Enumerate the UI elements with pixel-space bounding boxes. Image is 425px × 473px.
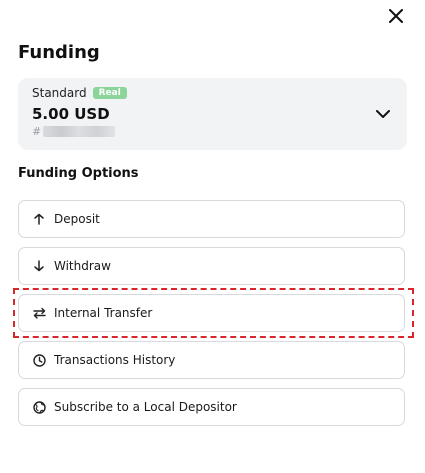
account-balance: 5.00 USD: [32, 105, 110, 123]
arrow-up-icon: [32, 212, 46, 226]
deposit-button[interactable]: Deposit: [18, 200, 405, 238]
account-type-row: Standard Real: [32, 86, 127, 100]
withdraw-button[interactable]: Withdraw: [18, 247, 405, 285]
funding-dialog: Funding Standard Real 5.00 USD # Funding…: [0, 0, 425, 473]
funding-options-title: Funding Options: [18, 166, 139, 181]
deposit-label: Deposit: [54, 212, 100, 226]
internal-transfer-label: Internal Transfer: [54, 306, 153, 320]
account-selector[interactable]: Standard Real 5.00 USD #: [18, 78, 407, 150]
local-depositor-button[interactable]: Subscribe to a Local Depositor: [18, 388, 405, 426]
close-button[interactable]: [386, 6, 406, 26]
dialog-title: Funding: [18, 42, 100, 63]
transactions-history-button[interactable]: Transactions History: [18, 341, 405, 379]
account-type: Standard: [32, 86, 87, 100]
account-badge: Real: [92, 87, 127, 99]
internal-transfer-button[interactable]: Internal Transfer: [18, 294, 405, 332]
arrow-down-icon: [32, 259, 46, 273]
account-id-redacted: [43, 126, 116, 137]
chevron-down-icon: [376, 110, 390, 118]
withdraw-label: Withdraw: [54, 259, 111, 273]
transactions-history-label: Transactions History: [54, 353, 176, 367]
account-id-prefix: #: [32, 125, 42, 138]
local-depositor-label: Subscribe to a Local Depositor: [54, 400, 237, 414]
close-icon: [389, 9, 403, 23]
globe-icon: [32, 400, 46, 414]
account-id: #: [32, 125, 116, 138]
clock-icon: [32, 353, 46, 367]
transfer-arrows-icon: [32, 306, 46, 320]
